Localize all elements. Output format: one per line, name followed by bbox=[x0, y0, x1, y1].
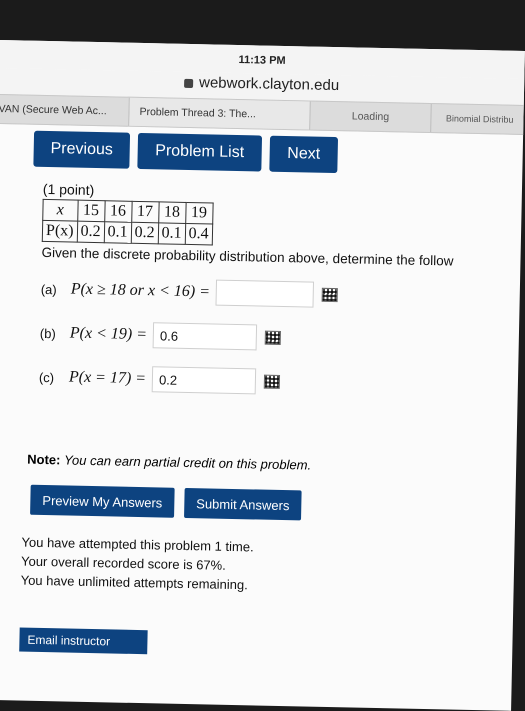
equation-editor-icon[interactable] bbox=[263, 374, 281, 389]
next-button[interactable]: Next bbox=[269, 135, 339, 174]
problem-list-button[interactable]: Problem List bbox=[137, 132, 263, 172]
part-a: (a) P(x ≥ 18 or x < 16) = bbox=[40, 274, 520, 314]
tab-secure-web[interactable]: VAN (Secure Web Ac... bbox=[0, 94, 130, 126]
table-row-p: P(x) 0.2 0.1 0.2 0.1 0.4 bbox=[42, 220, 213, 245]
tab-problem-thread[interactable]: Problem Thread 3: The... bbox=[129, 97, 311, 130]
tab-loading[interactable]: Loading bbox=[310, 101, 432, 133]
p-value: 0.1 bbox=[157, 222, 186, 245]
p-value: 0.1 bbox=[103, 221, 132, 244]
answer-input-b[interactable]: 0.6 bbox=[152, 322, 258, 351]
p-value: 0.2 bbox=[76, 221, 105, 243]
submit-answers-button[interactable]: Submit Answers bbox=[183, 487, 302, 521]
equation-editor-icon[interactable] bbox=[321, 287, 339, 303]
p-header: P(x) bbox=[42, 220, 78, 243]
instructions: Given the discrete probability distribut… bbox=[41, 244, 454, 269]
tab-label: Loading bbox=[351, 110, 390, 124]
email-instructor-button[interactable]: Email instructor bbox=[19, 627, 148, 655]
x-value: 16 bbox=[104, 200, 132, 223]
attempts-status: You have attempted this problem 1 time. … bbox=[20, 533, 514, 600]
note-text: You can earn partial credit on this prob… bbox=[63, 452, 312, 473]
clock: 11:13 PM bbox=[238, 54, 286, 67]
problem-body: (1 point) x 15 16 17 18 19 P(x) 0.2 0.1 … bbox=[0, 170, 522, 402]
part-expression: P(x ≥ 18 or x < 16) = bbox=[70, 280, 211, 301]
tab-binomial[interactable]: Binomial Distribu bbox=[431, 104, 524, 134]
part-b: (b) P(x < 19) = 0.6 bbox=[40, 318, 520, 358]
answer-input-c[interactable]: 0.2 bbox=[151, 366, 257, 395]
x-value: 19 bbox=[185, 202, 213, 224]
tab-label: Problem Thread 3: The... bbox=[139, 105, 256, 121]
url-domain[interactable]: webwork.clayton.edu bbox=[199, 74, 339, 94]
part-label: (a) bbox=[40, 281, 57, 297]
lock-icon bbox=[183, 78, 194, 89]
note-prefix: Note: bbox=[27, 451, 61, 468]
answer-input-a[interactable] bbox=[215, 279, 315, 308]
browser-screen: 11:13 PM webwork.clayton.edu VAN (Secure… bbox=[0, 40, 525, 711]
x-value: 17 bbox=[131, 201, 159, 223]
preview-answers-button[interactable]: Preview My Answers bbox=[30, 484, 175, 518]
probability-table: x 15 16 17 18 19 P(x) 0.2 0.1 0.2 0.1 0.… bbox=[42, 199, 213, 246]
part-label: (b) bbox=[39, 325, 56, 341]
partial-credit-note: Note: You can earn partial credit on thi… bbox=[27, 452, 516, 477]
tab-label: Binomial Distribu bbox=[445, 113, 514, 125]
tab-label: VAN (Secure Web Ac... bbox=[0, 102, 107, 118]
p-value: 0.4 bbox=[184, 223, 213, 245]
part-c: (c) P(x = 17) = 0.2 bbox=[39, 362, 519, 402]
part-expression: P(x = 17) = bbox=[68, 368, 147, 388]
p-value: 0.2 bbox=[130, 222, 159, 244]
part-expression: P(x < 19) = bbox=[69, 324, 148, 344]
x-header: x bbox=[42, 199, 78, 222]
equation-editor-icon[interactable] bbox=[264, 330, 282, 345]
answer-actions: Preview My Answers Submit Answers bbox=[30, 484, 516, 525]
x-value: 18 bbox=[158, 201, 186, 224]
x-value: 15 bbox=[77, 200, 105, 222]
previous-button[interactable]: Previous bbox=[33, 130, 131, 169]
part-label: (c) bbox=[38, 369, 55, 385]
